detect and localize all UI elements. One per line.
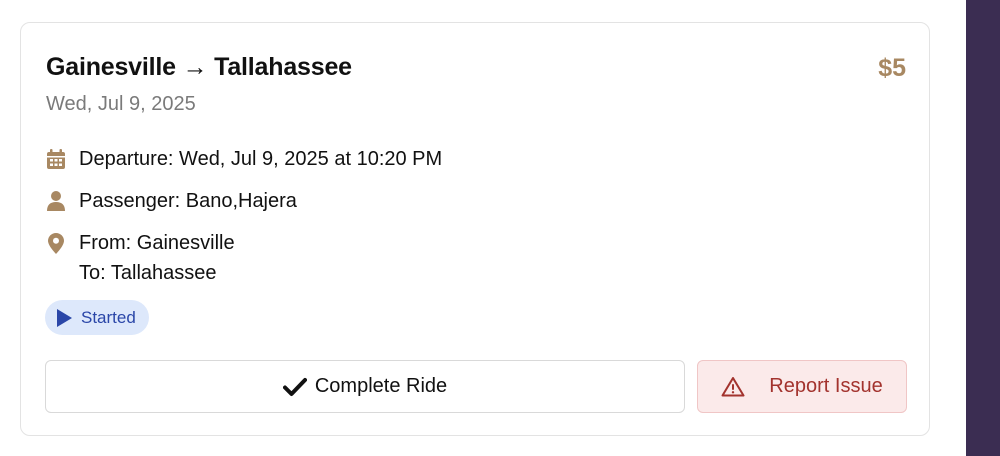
play-icon: [57, 308, 72, 327]
location-row: From: Gainesville To: Tallahassee: [46, 228, 235, 288]
status-label: Started: [81, 307, 136, 327]
to-text: To: Tallahassee: [79, 262, 217, 284]
user-icon: [46, 190, 66, 212]
background-panel-edge: [966, 0, 1000, 456]
status-badge: Started: [45, 300, 149, 335]
route-destination: Tallahassee: [214, 53, 352, 81]
departure-row: Departure: Wed, Jul 9, 2025 at 10:20 PM: [46, 144, 442, 174]
complete-ride-button[interactable]: Complete Ride: [45, 360, 685, 413]
passenger-text: Passenger: Bano,Hajera: [79, 190, 297, 212]
report-issue-label: Report Issue: [769, 375, 883, 397]
ride-price: $5: [878, 54, 906, 82]
ride-card: Gainesville → Tallahassee $5 Wed, Jul 9,…: [20, 22, 930, 436]
checkmark-icon: [282, 377, 307, 397]
complete-ride-label: Complete Ride: [314, 375, 448, 397]
route-origin: Gainesville: [46, 53, 176, 81]
route-arrow: →: [182, 53, 208, 81]
departure-text: Departure: Wed, Jul 9, 2025 at 10:20 PM: [79, 148, 443, 170]
ride-date: Wed, Jul 9, 2025: [46, 93, 196, 115]
passenger-row: Passenger: Bano,Hajera: [46, 186, 297, 216]
map-pin-icon: [46, 232, 66, 254]
from-text: From: Gainesville: [79, 232, 235, 254]
route-title: Gainesville → Tallahassee: [46, 53, 352, 82]
report-issue-button[interactable]: Report Issue: [697, 360, 907, 413]
calendar-icon: [46, 148, 66, 170]
warning-triangle-icon: [721, 376, 745, 397]
